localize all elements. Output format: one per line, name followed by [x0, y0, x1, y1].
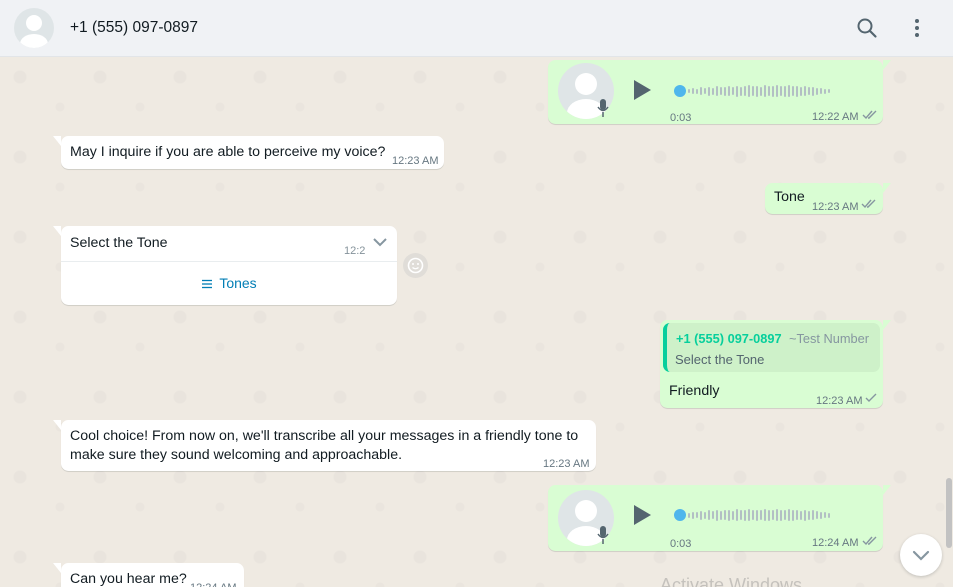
bubble-tail [883, 60, 891, 70]
quoted-message[interactable]: +1 (555) 097-0897 ~Test Number Select th… [663, 323, 880, 372]
quote-tag: ~Test Number [789, 331, 870, 346]
play-icon[interactable] [630, 503, 654, 527]
emoji-icon [407, 257, 424, 274]
message-time: 12:23 AM [816, 395, 863, 407]
message-time: 12:23 AM [392, 155, 439, 167]
menu-button[interactable] [905, 16, 929, 40]
more-vertical-icon [915, 19, 919, 37]
list-button-label: Tones [219, 275, 257, 291]
message-time: 12:23 AM [543, 458, 590, 470]
bubble-tail [53, 563, 61, 573]
search-button[interactable] [855, 16, 879, 40]
message-outgoing[interactable]: Tone 12:23 AM [765, 183, 891, 214]
message-incoming[interactable]: Cool choice! From now on, we'll transcri… [53, 420, 596, 471]
voice-message-outgoing[interactable]: 0:03 12:22 AM [548, 60, 891, 124]
quote-text: Select the Tone [675, 352, 765, 367]
message-time: 12:23 AM [812, 201, 859, 213]
audio-waveform[interactable] [688, 84, 830, 98]
mic-icon [597, 99, 609, 117]
message-text: Friendly [669, 383, 720, 399]
bubble-tail [883, 183, 891, 193]
list-icon [202, 279, 213, 288]
message-text-line-2: make sure they sound welcoming and appro… [70, 447, 403, 463]
message-incoming[interactable]: May I inquire if you are able to perceiv… [53, 136, 444, 169]
check-icon [865, 393, 877, 402]
message-text: Can you hear me? [70, 571, 187, 587]
message-text: Tone [774, 189, 805, 205]
message-text: May I inquire if you are able to perceiv… [70, 144, 386, 160]
double-check-icon [861, 199, 876, 209]
activation-watermark: Activate Windows [660, 575, 803, 587]
list-message[interactable]: Select the Tone 12:2 Tones [53, 226, 397, 305]
bubble-tail [53, 420, 61, 430]
contact-avatar[interactable] [14, 8, 54, 48]
reply-message-outgoing[interactable]: +1 (555) 097-0897 ~Test Number Select th… [660, 320, 891, 408]
bubble-tail [883, 320, 891, 330]
audio-progress-knob[interactable] [674, 509, 686, 521]
chat-panel: 0:03 12:22 AM May I inquire if you are a… [0, 57, 953, 587]
chevron-down-icon[interactable] [372, 236, 388, 248]
bubble-tail [53, 136, 61, 146]
bubble-tail [883, 485, 891, 495]
play-icon[interactable] [630, 78, 654, 102]
contact-name[interactable]: +1 (555) 097-0897 [70, 19, 198, 37]
voice-duration: 0:03 [670, 112, 692, 124]
message-incoming[interactable]: Can you hear me? 12:24 AM [53, 563, 244, 587]
react-button[interactable] [403, 253, 428, 278]
bubble-tail [53, 226, 61, 236]
message-time: 12:24 AM [190, 579, 236, 587]
chevron-down-icon [912, 550, 930, 561]
audio-progress-knob[interactable] [674, 85, 686, 97]
quote-author: +1 (555) 097-0897 [676, 331, 782, 346]
voice-duration: 0:03 [670, 538, 692, 550]
scroll-to-bottom-button[interactable] [900, 534, 942, 576]
message-time: 12:24 AM [812, 537, 859, 549]
message-time: 12:2 [344, 245, 366, 257]
double-check-icon [862, 110, 877, 120]
message-time: 12:22 AM [812, 111, 859, 123]
voice-message-outgoing[interactable]: 0:03 12:24 AM [548, 485, 891, 551]
chat-header: +1 (555) 097-0897 [0, 0, 953, 57]
chat-scrollbar[interactable] [946, 478, 952, 548]
mic-icon [597, 526, 609, 544]
search-icon [857, 18, 877, 38]
message-text: Select the Tone [70, 235, 168, 251]
message-text-line-1: Cool choice! From now on, we'll transcri… [70, 428, 579, 444]
list-button[interactable]: Tones [61, 262, 397, 305]
double-check-icon [862, 536, 877, 546]
default-avatar-icon [20, 15, 48, 48]
audio-waveform[interactable] [688, 508, 830, 522]
